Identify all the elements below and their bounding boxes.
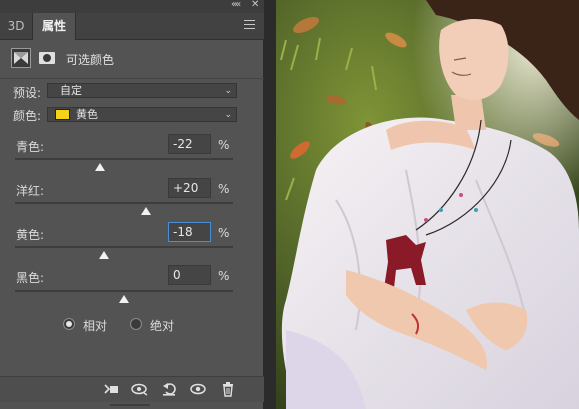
cyan-slider-track[interactable]	[15, 158, 233, 160]
black-value-field[interactable]: 0	[168, 265, 211, 285]
view-previous-state-icon[interactable]	[130, 381, 148, 397]
adjustment-header: 可选颜色	[0, 40, 264, 79]
yellow-slider-track[interactable]	[15, 246, 233, 248]
properties-panel: «« ✕ 3D 属性 可选颜色 预设: 自定 ⌄ 颜色: 黄色 ⌄ 青色: -2…	[0, 0, 264, 409]
cyan-value-field[interactable]: -22	[168, 134, 211, 154]
delete-trash-icon[interactable]	[220, 381, 236, 397]
cyan-slider-thumb[interactable]	[95, 163, 106, 171]
photo-canvas[interactable]	[276, 0, 579, 409]
yellow-slider-thumb[interactable]	[99, 251, 110, 259]
magenta-percent: %	[218, 182, 230, 196]
relative-label: 相对	[83, 319, 108, 333]
collapse-panel-icon[interactable]: ««	[231, 0, 241, 10]
preset-label: 预设:	[13, 86, 42, 100]
tab-properties[interactable]: 属性	[32, 13, 76, 40]
reset-icon[interactable]	[162, 381, 178, 397]
preset-value: 自定	[60, 84, 82, 97]
close-panel-icon[interactable]: ✕	[251, 0, 259, 10]
absolute-label: 绝对	[150, 319, 175, 333]
clip-to-layer-icon[interactable]	[103, 381, 119, 397]
preset-dropdown[interactable]: 自定 ⌄	[47, 83, 237, 98]
yellow-percent: %	[218, 226, 230, 240]
panel-menu-icon[interactable]	[244, 20, 255, 29]
colors-label: 颜色:	[13, 109, 42, 123]
panel-bottom-toolbar	[0, 376, 264, 402]
cyan-percent: %	[218, 138, 230, 152]
colors-value: 黄色	[76, 108, 98, 121]
relative-radio[interactable]	[63, 318, 75, 330]
resize-handle[interactable]	[110, 404, 150, 406]
chevron-down-icon: ⌄	[224, 110, 232, 120]
adjustment-title: 可选颜色	[66, 53, 115, 67]
yellow-label: 黄色:	[16, 228, 45, 242]
absolute-radio[interactable]	[130, 318, 142, 330]
selective-color-icon[interactable]	[11, 48, 31, 68]
black-slider-thumb[interactable]	[119, 295, 129, 303]
magenta-slider-track[interactable]	[15, 202, 233, 204]
panel-tab-bar: 3D 属性	[0, 13, 264, 40]
black-slider-track[interactable]	[15, 290, 233, 292]
magenta-label: 洋红:	[16, 184, 45, 198]
color-swatch	[55, 109, 70, 120]
layer-mask-icon[interactable]	[38, 49, 56, 67]
visibility-eye-icon[interactable]	[190, 381, 206, 397]
magenta-slider-thumb[interactable]	[140, 207, 151, 215]
black-percent: %	[218, 269, 230, 283]
magenta-value-field[interactable]: +20	[168, 178, 211, 198]
colors-dropdown[interactable]: 黄色 ⌄	[47, 107, 237, 122]
tab-3d[interactable]: 3D	[0, 13, 32, 39]
yellow-value-field[interactable]: -18	[168, 222, 211, 242]
chevron-down-icon: ⌄	[224, 86, 232, 96]
black-label: 黑色:	[16, 271, 45, 285]
panel-title-strip: «« ✕	[0, 0, 264, 13]
cyan-label: 青色:	[16, 140, 45, 154]
